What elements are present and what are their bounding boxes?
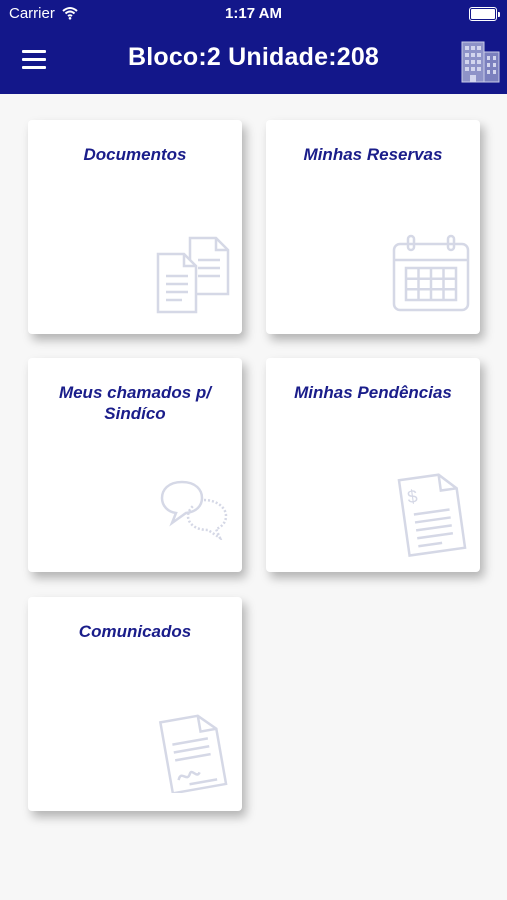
card-documentos[interactable]: Documentos bbox=[28, 120, 242, 334]
card-minhas-reservas[interactable]: Minhas Reservas bbox=[266, 120, 480, 334]
signed-document-icon bbox=[158, 714, 228, 793]
status-bar: Carrier 1:17 AM bbox=[0, 0, 507, 28]
card-title: Minhas Pendências bbox=[294, 383, 452, 402]
documents-icon bbox=[156, 236, 230, 314]
page-title: Bloco:2 Unidade:208 bbox=[127, 43, 380, 71]
card-minhas-pendencias[interactable]: Minhas Pendências $ bbox=[266, 358, 480, 572]
chat-bubbles-icon bbox=[160, 480, 228, 540]
card-title: Meus chamados p/ Sindíco bbox=[58, 383, 212, 423]
card-title: Minhas Reservas bbox=[303, 145, 443, 164]
svg-text:$: $ bbox=[406, 486, 419, 507]
card-comunicados[interactable]: Comunicados bbox=[28, 597, 242, 811]
clock: 1:17 AM bbox=[225, 5, 282, 22]
invoice-icon: $ bbox=[397, 473, 467, 557]
top-bar: Carrier 1:17 AM Bloco:2 Unidade:208 bbox=[0, 0, 507, 94]
card-meus-chamados[interactable]: Meus chamados p/ Sindíco bbox=[28, 358, 242, 572]
calendar-icon bbox=[392, 234, 470, 312]
building-icon[interactable] bbox=[459, 36, 501, 84]
card-title: Comunicados bbox=[78, 622, 192, 641]
card-title: Documentos bbox=[83, 145, 187, 164]
battery-icon bbox=[469, 7, 500, 21]
